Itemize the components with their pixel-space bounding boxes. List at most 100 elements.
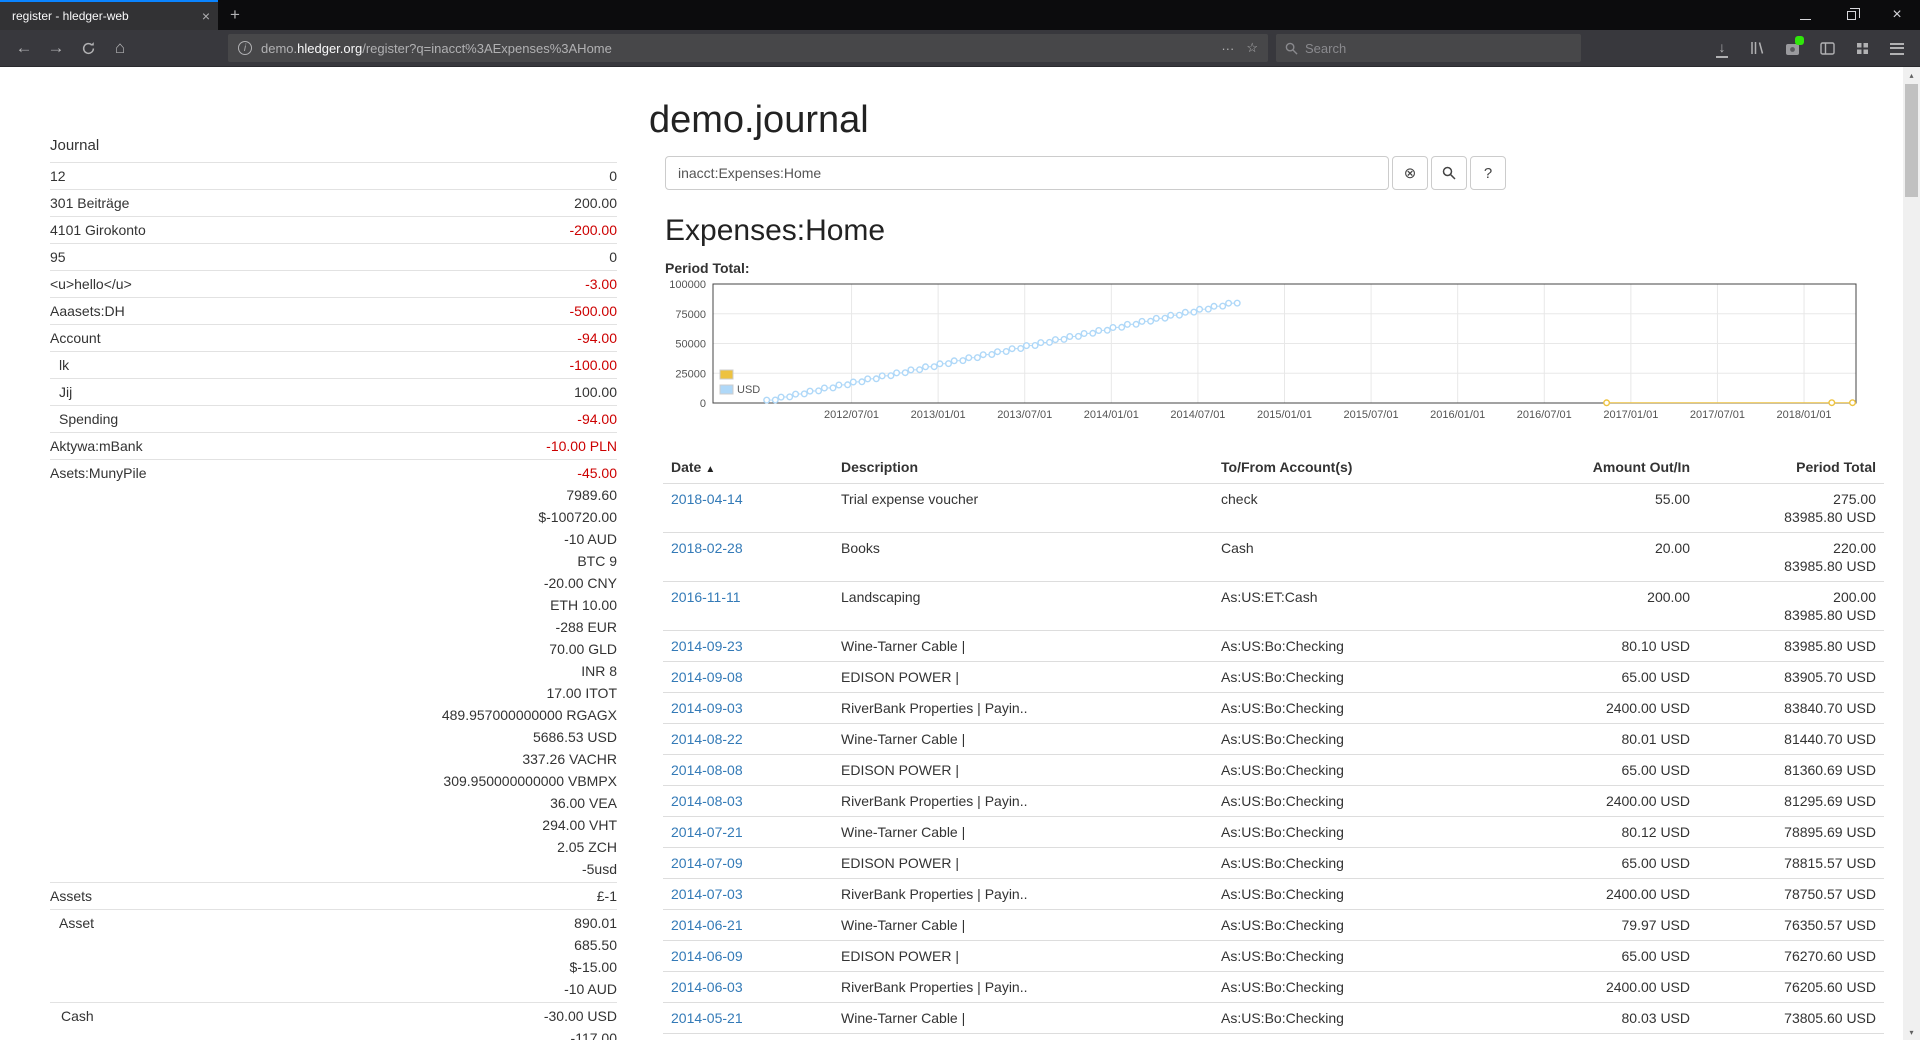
extension-button[interactable] <box>1777 34 1807 62</box>
register-row[interactable]: 2014-07-21Wine-Tarner Cable |As:US:Bo:Ch… <box>663 817 1884 848</box>
transaction-date-link[interactable]: 2014-09-03 <box>671 700 743 716</box>
transaction-date-link[interactable]: 2014-07-09 <box>671 855 743 871</box>
browser-tab[interactable]: register - hledger-web × <box>0 0 218 30</box>
query-input[interactable] <box>665 156 1389 190</box>
help-button[interactable]: ? <box>1470 156 1506 190</box>
register-row[interactable]: 2014-06-09EDISON POWER |As:US:Bo:Checkin… <box>663 941 1884 972</box>
transaction-date-link[interactable]: 2014-06-09 <box>671 948 743 964</box>
sidebar-account-link[interactable]: 4101 Girokonto <box>50 219 146 241</box>
account-balance: -20.00 CNY <box>442 572 617 594</box>
forward-button[interactable]: → <box>40 34 72 62</box>
sidebar-account-link[interactable]: 301 Beiträge <box>50 192 129 214</box>
register-row[interactable]: 2014-09-03RiverBank Properties | Payin..… <box>663 693 1884 724</box>
period-total-chart[interactable]: 2012/07/012013/01/012013/07/012014/01/01… <box>663 280 1863 432</box>
register-row[interactable]: 2014-08-03RiverBank Properties | Payin..… <box>663 786 1884 817</box>
restore-button[interactable] <box>1828 0 1874 30</box>
register-row[interactable]: 2014-07-03RiverBank Properties | Payin..… <box>663 879 1884 910</box>
sidebar-account-link[interactable]: Account <box>50 327 101 349</box>
library-button[interactable] <box>1742 34 1772 62</box>
sidebar-journal-link[interactable]: Journal <box>50 137 617 154</box>
data-point <box>778 394 784 400</box>
sidebar-account-link[interactable]: lk <box>50 354 69 376</box>
reload-button[interactable] <box>72 34 104 62</box>
register-row[interactable]: 2014-08-08EDISON POWER |As:US:Bo:Checkin… <box>663 755 1884 786</box>
transaction-description: EDISON POWER | <box>833 662 1213 693</box>
transaction-date-cell: 2018-02-28 <box>663 533 833 582</box>
menu-button[interactable] <box>1882 34 1912 62</box>
sidebar-account-link[interactable]: Spending <box>50 408 118 430</box>
transaction-date-link[interactable]: 2014-08-03 <box>671 793 743 809</box>
page-actions-icon[interactable]: ··· <box>1221 41 1234 56</box>
sidebar-account-link[interactable]: Aaasets:DH <box>50 300 125 322</box>
register-row[interactable]: 2014-09-08EDISON POWER |As:US:Bo:Checkin… <box>663 662 1884 693</box>
apps-grid-button[interactable] <box>1847 34 1877 62</box>
tab-close-icon[interactable]: × <box>202 8 210 24</box>
data-point <box>902 370 908 376</box>
transaction-date-link[interactable]: 2016-11-11 <box>671 589 741 605</box>
bookmark-star-icon[interactable]: ☆ <box>1246 40 1258 56</box>
sidebar-account-link[interactable]: Assets <box>50 885 92 907</box>
transaction-date-link[interactable]: 2018-04-14 <box>671 491 743 507</box>
transaction-description: Books <box>833 533 1213 582</box>
sidebar-account-link[interactable]: 12 <box>50 165 66 187</box>
register-row[interactable]: 2014-06-03RiverBank Properties | Payin..… <box>663 972 1884 1003</box>
new-tab-button[interactable]: + <box>218 0 252 30</box>
register-row[interactable]: 2016-11-11LandscapingAs:US:ET:Cash200.00… <box>663 582 1884 631</box>
transaction-date-link[interactable]: 2014-07-03 <box>671 886 743 902</box>
transaction-date-link[interactable]: 2014-09-08 <box>671 669 743 685</box>
close-button[interactable]: × <box>1874 0 1920 30</box>
transaction-date-link[interactable]: 2014-06-03 <box>671 979 743 995</box>
register-row[interactable]: 2014-08-22Wine-Tarner Cable |As:US:Bo:Ch… <box>663 724 1884 755</box>
transaction-date-link[interactable]: 2014-06-21 <box>671 917 743 933</box>
register-row[interactable]: 2014-09-23Wine-Tarner Cable |As:US:Bo:Ch… <box>663 631 1884 662</box>
sidebars-button[interactable] <box>1812 34 1842 62</box>
search-button[interactable] <box>1431 156 1467 190</box>
transaction-date-link[interactable]: 2014-09-23 <box>671 638 743 654</box>
search-icon <box>1442 166 1456 180</box>
transaction-date-link[interactable]: 2014-07-21 <box>671 824 743 840</box>
minimize-button[interactable] <box>1782 0 1828 30</box>
sidebar-account-link[interactable]: Jij <box>50 381 72 403</box>
sidebar-account-link[interactable]: Cash <box>50 1005 94 1027</box>
data-point <box>851 379 857 385</box>
account-balance: 309.950000000000 VBMPX <box>442 770 617 792</box>
sidebar-account-link[interactable]: 95 <box>50 246 66 268</box>
scrollbar-down-icon[interactable]: ▾ <box>1903 1024 1920 1040</box>
sidebar-account-link[interactable]: Asets:MunyPile <box>50 462 146 484</box>
sidebar-account-link[interactable]: <u>hello</u> <box>50 273 132 295</box>
transaction-date-link[interactable]: 2014-05-21 <box>671 1010 743 1026</box>
scrollbar-up-icon[interactable]: ▴ <box>1903 67 1920 83</box>
home-button[interactable]: ⌂ <box>104 34 136 62</box>
back-button[interactable]: ← <box>8 34 40 62</box>
clear-query-button[interactable]: ⊗ <box>1392 156 1428 190</box>
data-point <box>1090 331 1096 337</box>
account-balance: -94.00 <box>577 327 617 349</box>
transaction-account: As:US:Bo:Checking <box>1213 693 1498 724</box>
scrollbar-thumb[interactable] <box>1905 84 1918 197</box>
sidebar-account-link[interactable]: Aktywa:mBank <box>50 435 143 457</box>
register-table: Date▲ Description To/From Account(s) Amo… <box>663 451 1884 1040</box>
transaction-date-link[interactable]: 2014-08-08 <box>671 762 743 778</box>
register-row[interactable]: 2014-05-21Wine-Tarner Cable |As:US:Bo:Ch… <box>663 1003 1884 1034</box>
browser-search-bar[interactable]: Search <box>1276 34 1581 62</box>
register-row[interactable]: 2018-02-28BooksCash20.00220.0083985.80 U… <box>663 533 1884 582</box>
account-balance: 36.00 VEA <box>442 792 617 814</box>
site-info-icon[interactable]: i <box>238 41 252 55</box>
column-header-date[interactable]: Date▲ <box>663 451 833 484</box>
register-row[interactable]: 2014-05-08EDISON POWER |As:US:Bo:Checkin… <box>663 1034 1884 1040</box>
transaction-date-link[interactable]: 2018-02-28 <box>671 540 743 556</box>
account-balance: $-100720.00 <box>442 506 617 528</box>
transaction-date-cell: 2014-09-08 <box>663 662 833 693</box>
register-row[interactable]: 2014-07-09EDISON POWER |As:US:Bo:Checkin… <box>663 848 1884 879</box>
period-total-line: 81440.70 USD <box>1706 730 1876 748</box>
register-row[interactable]: 2014-06-21Wine-Tarner Cable |As:US:Bo:Ch… <box>663 910 1884 941</box>
transaction-date-link[interactable]: 2014-08-22 <box>671 731 743 747</box>
sidebar-account-link[interactable]: Asset <box>50 912 94 934</box>
transaction-description: Wine-Tarner Cable | <box>833 631 1213 662</box>
account-balances: 890.01685.50$-15.00-10 AUD <box>564 912 617 1000</box>
downloads-button[interactable]: ↓ <box>1707 34 1737 62</box>
sidebar-account-row: Assets£-1 <box>50 882 617 909</box>
url-bar[interactable]: i demo.hledger.org/register?q=inacct%3AE… <box>228 34 1268 62</box>
register-row[interactable]: 2018-04-14Trial expense vouchercheck55.0… <box>663 484 1884 533</box>
transaction-period-total: 73725.57 USD <box>1698 1034 1884 1040</box>
